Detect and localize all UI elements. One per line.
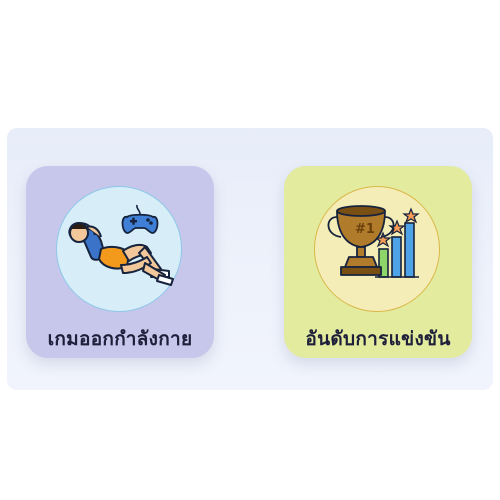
ranking-icon-circle: #1 xyxy=(314,186,440,312)
ranking-card[interactable]: #1 อันดับการแข่งขัน xyxy=(284,166,472,358)
exercise-game-label: เกมออกกำลังกาย xyxy=(47,328,193,350)
exercise-situp-gamepad-icon xyxy=(68,204,174,286)
exercise-icon-circle xyxy=(56,186,182,312)
exercise-game-card[interactable]: เกมออกกำลังกาย xyxy=(26,166,214,358)
gamepad-icon xyxy=(121,204,159,234)
svg-text:#1: #1 xyxy=(355,222,375,237)
trophy-leaderboard-icon: #1 xyxy=(327,205,420,278)
ranking-label: อันดับการแข่งขัน xyxy=(305,328,451,350)
situp-person-icon xyxy=(68,222,174,286)
